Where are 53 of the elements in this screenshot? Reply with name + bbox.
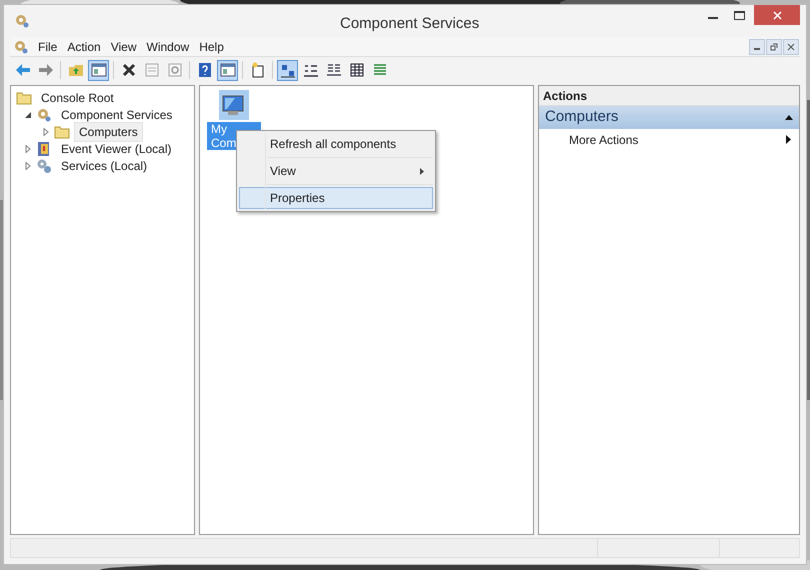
large-icons-icon (280, 62, 296, 78)
minimize-button[interactable] (749, 38, 765, 54)
restore-icon (770, 42, 778, 50)
tree-item[interactable]: Console Root (36, 88, 119, 108)
new-window-icon (250, 62, 266, 78)
menu-item[interactable]: View (239, 160, 433, 182)
pane-icon (220, 62, 236, 78)
action-link[interactable]: More Actions (569, 130, 638, 148)
menu-item[interactable]: View (106, 38, 142, 56)
minimize-icon (754, 48, 760, 50)
toolbar-button[interactable] (217, 60, 238, 80)
window-title: Component Services (340, 14, 480, 34)
expand-arrow-icon[interactable] (42, 128, 50, 136)
close-button[interactable] (754, 5, 800, 25)
close-icon (787, 42, 795, 50)
expand-arrow-icon[interactable] (24, 144, 32, 152)
details-icon (348, 62, 364, 78)
expand-arrow-icon[interactable] (24, 162, 32, 170)
collapse-arrow-icon (785, 115, 793, 120)
restore-button[interactable] (766, 38, 782, 54)
tree-item[interactable]: Event Viewer (Local) (56, 138, 176, 158)
menu-item[interactable]: Properties (239, 187, 433, 209)
collapse-arrow-icon[interactable] (24, 110, 32, 118)
gears-icon (36, 158, 52, 174)
computer-icon[interactable] (219, 90, 249, 120)
folder-icon (16, 90, 32, 106)
tree-item[interactable]: Computers (74, 122, 143, 142)
pane-icon (90, 62, 106, 78)
folder-up-icon (68, 62, 84, 78)
delete-icon (120, 62, 136, 78)
menu-item[interactable]: Action (62, 38, 106, 56)
toolbar-button[interactable] (88, 60, 109, 80)
log-book-icon (36, 140, 52, 156)
section-header[interactable]: Computers (539, 106, 799, 129)
forward-arrow-icon (38, 62, 54, 78)
tree-item[interactable]: Services (Local) (56, 156, 152, 176)
back-arrow-icon (14, 62, 30, 78)
close-button[interactable] (783, 38, 799, 54)
gear-icon (36, 106, 52, 122)
close-icon (772, 10, 782, 20)
toolbar-button[interactable] (277, 60, 298, 80)
menu-item[interactable]: Window (142, 38, 194, 56)
app-gear-icon (14, 13, 30, 29)
columns-icon (372, 62, 388, 78)
folder-icon (54, 124, 70, 140)
menu-item[interactable]: File (33, 38, 62, 56)
help-icon (196, 62, 212, 78)
properties-icon (144, 62, 160, 78)
menu-item[interactable]: Help (194, 38, 229, 56)
list-icon (326, 62, 342, 78)
refresh-icon (166, 62, 182, 78)
tree-item[interactable]: Component Services (56, 104, 178, 124)
actions-header: Actions (539, 86, 799, 106)
